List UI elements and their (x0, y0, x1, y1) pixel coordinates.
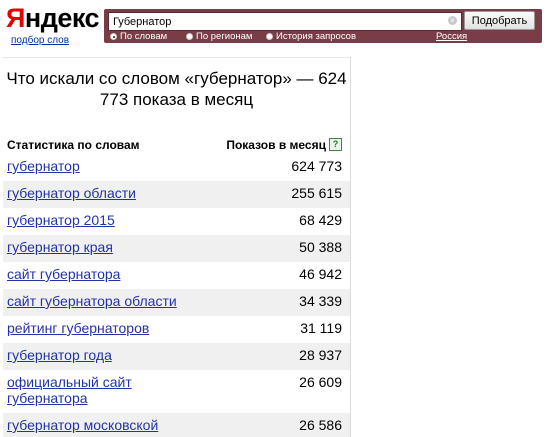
phrase-link[interactable]: сайт губернатора области (7, 293, 247, 309)
clear-icon[interactable]: × (448, 16, 457, 25)
help-icon[interactable]: ? (329, 138, 342, 151)
table-row: губернатор области 255 615 (3, 181, 350, 208)
impressions-count: 624 773 (291, 158, 342, 174)
table-row: официальный сайт губернатора 26 609 (3, 370, 350, 413)
search-input[interactable] (113, 14, 433, 29)
table-row: губернатор московской 26 586 (3, 413, 350, 437)
mode-by-words[interactable]: По словам (110, 31, 167, 42)
impressions-count: 68 429 (299, 212, 342, 228)
radio-icon (266, 33, 273, 40)
impressions-count: 255 615 (291, 185, 342, 201)
radio-selected-icon (110, 33, 117, 40)
phrase-link[interactable]: губернатор (7, 158, 247, 174)
search-bar: × Подобрать По словам По регионам Истори… (104, 9, 542, 43)
phrase-link[interactable]: губернатор области (7, 185, 247, 201)
column-header-counts: Показов в месяц (226, 138, 326, 152)
mode-label: По словам (120, 31, 168, 42)
phrase-link[interactable]: губернатор московской (7, 417, 247, 433)
mode-by-regions[interactable]: По регионам (186, 31, 252, 42)
search-mode-group: По словам По регионам История запросов Р… (110, 31, 540, 43)
results-table: губернатор 624 773 губернатор области 25… (3, 154, 350, 437)
mode-history[interactable]: История запросов (266, 31, 356, 42)
radio-icon (186, 33, 193, 40)
impressions-count: 26 609 (299, 374, 342, 390)
phrase-link[interactable]: официальный сайт губернатора (7, 374, 167, 406)
search-field: × (108, 12, 462, 31)
impressions-count: 26 586 (299, 417, 342, 433)
table-row: сайт губернатора области 34 339 (3, 289, 350, 316)
table-row: губернатор 624 773 (3, 154, 350, 181)
table-row: губернатор 2015 68 429 (3, 208, 350, 235)
impressions-count: 34 339 (299, 293, 342, 309)
phrase-link[interactable]: губернатор 2015 (7, 212, 247, 228)
impressions-count: 50 388 (299, 239, 342, 255)
region-link[interactable]: Россия (436, 31, 467, 42)
phrase-link[interactable]: сайт губернатора (7, 266, 247, 282)
submit-button[interactable]: Подобрать (464, 11, 535, 30)
column-header-phrases: Статистика по словам (7, 138, 140, 152)
logo-text: ндекс (24, 3, 100, 33)
yandex-logo[interactable]: Яндекс (6, 3, 100, 33)
wordstat-link[interactable]: подбор слов (11, 35, 69, 46)
table-row: губернатор края 50 388 (3, 235, 350, 262)
logo-letter-ya: Я (6, 3, 25, 33)
table-row: губернатор года 28 937 (3, 343, 350, 370)
phrase-link[interactable]: губернатор года (7, 347, 247, 363)
impressions-count: 31 119 (300, 320, 342, 336)
table-row: рейтинг губернаторов 31 119 (3, 316, 350, 343)
impressions-count: 46 942 (299, 266, 342, 282)
table-row: сайт губернатора 46 942 (3, 262, 350, 289)
results-panel: Что искали со словом «губернатор» — 624 … (3, 57, 351, 437)
phrase-link[interactable]: губернатор края (7, 239, 247, 255)
results-heading: Что искали со словом «губернатор» — 624 … (6, 69, 347, 109)
mode-label: История запросов (276, 31, 357, 42)
impressions-count: 28 937 (299, 347, 342, 363)
phrase-link[interactable]: рейтинг губернаторов (7, 320, 247, 336)
mode-label: По регионам (196, 31, 253, 42)
